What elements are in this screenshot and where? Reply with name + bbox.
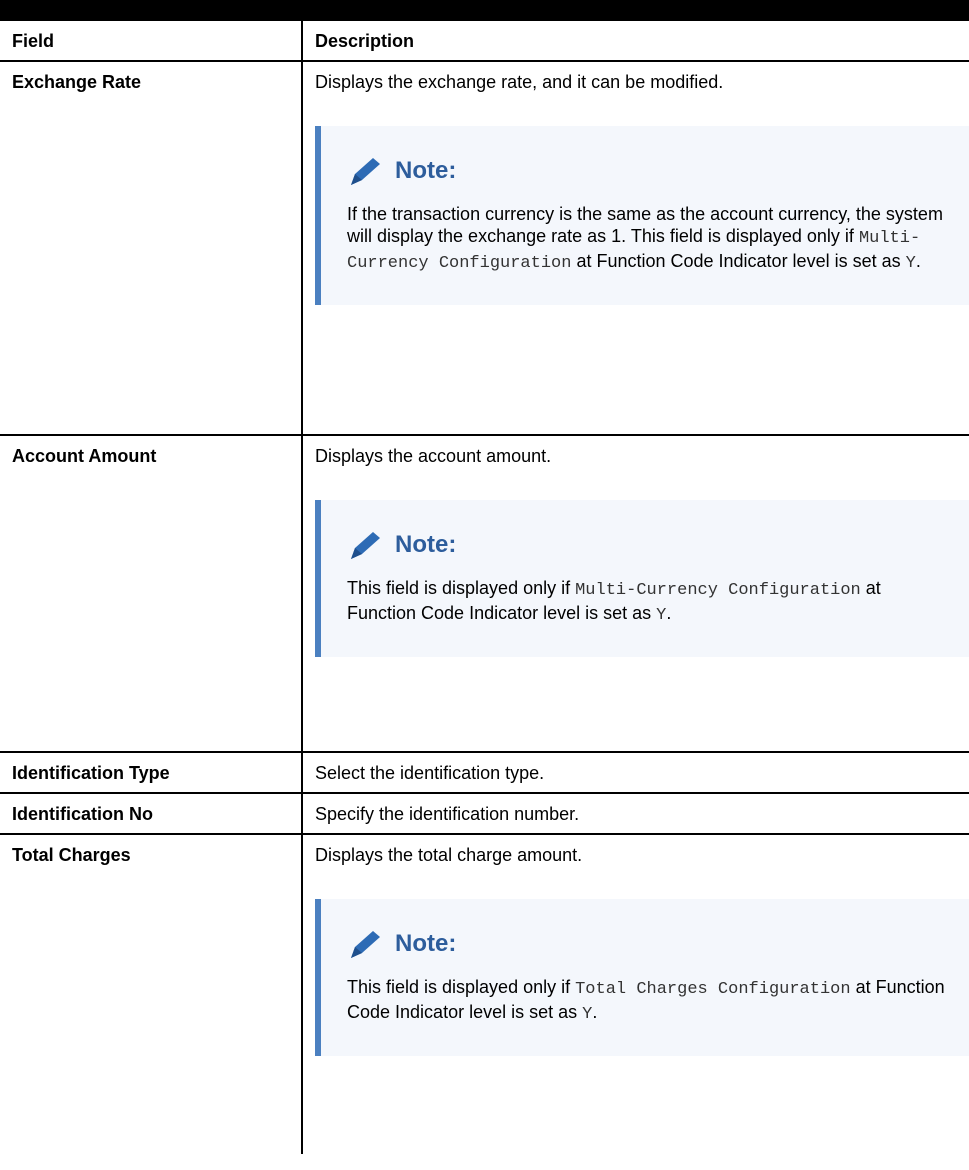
table-header-row: Field Description — [0, 21, 969, 62]
description-text: Displays the exchange rate, and it can b… — [315, 72, 724, 92]
field-name: Identification No — [0, 792, 303, 835]
note-header: Note: — [347, 928, 953, 960]
note-text: If the transaction currency is the same … — [347, 204, 943, 246]
note-title: Note: — [395, 157, 457, 184]
note-box: Note: This field is displayed only if To… — [315, 899, 969, 1056]
table-row: Exchange Rate Displays the exchange rate… — [0, 60, 969, 436]
note-code: Total Charges Configuration — [575, 980, 851, 999]
pencil-icon — [351, 532, 380, 559]
table-row: Identification No Specify the identifica… — [0, 792, 969, 835]
note-box: Note: This field is displayed only if Mu… — [315, 500, 969, 657]
note-body: This field is displayed only if Multi-Cu… — [347, 577, 953, 627]
description-text: Displays the account amount. — [315, 446, 552, 466]
table-row: Total Charges Displays the total charge … — [0, 833, 969, 1154]
note-title: Note: — [395, 930, 457, 957]
description-text: Displays the total charge amount. — [315, 845, 583, 865]
field-description: Displays the account amount. Note: This … — [301, 434, 969, 753]
note-text: This field is displayed only if — [347, 578, 576, 598]
note-header: Note: — [347, 155, 953, 187]
note-text: . — [666, 603, 672, 623]
note-code: Y — [905, 254, 916, 273]
header-description: Description — [301, 21, 969, 62]
field-name: Exchange Rate — [0, 60, 303, 436]
field-description: Specify the identification number. — [301, 792, 969, 835]
pencil-icon — [351, 158, 380, 185]
field-description-table: Field Description Exchange Rate Displays… — [0, 21, 969, 1154]
pencil-icon — [351, 931, 380, 958]
note-text: . — [915, 251, 921, 271]
note-code: Multi-Currency Configuration — [575, 581, 861, 600]
field-description: Select the identification type. — [301, 751, 969, 794]
field-name: Identification Type — [0, 751, 303, 794]
field-name: Total Charges — [0, 833, 303, 1154]
note-box: Note: If the transaction currency is the… — [315, 126, 969, 305]
note-text: . — [592, 1002, 598, 1022]
note-title: Note: — [395, 531, 457, 558]
field-description: Displays the total charge amount. Note: … — [301, 833, 969, 1154]
header-field: Field — [0, 21, 303, 62]
top-border-bar — [0, 0, 969, 21]
table-row: Identification Type Select the identific… — [0, 751, 969, 794]
note-text: at Function Code Indicator level is set … — [571, 251, 906, 271]
note-code: Y — [582, 1005, 593, 1024]
table-row: Account Amount Displays the account amou… — [0, 434, 969, 753]
note-text: This field is displayed only if — [347, 977, 576, 997]
field-description: Displays the exchange rate, and it can b… — [301, 60, 969, 436]
note-body: If the transaction currency is the same … — [347, 203, 953, 275]
note-code: Y — [656, 606, 667, 625]
note-body: This field is displayed only if Total Ch… — [347, 976, 953, 1026]
field-name: Account Amount — [0, 434, 303, 753]
note-header: Note: — [347, 529, 953, 561]
